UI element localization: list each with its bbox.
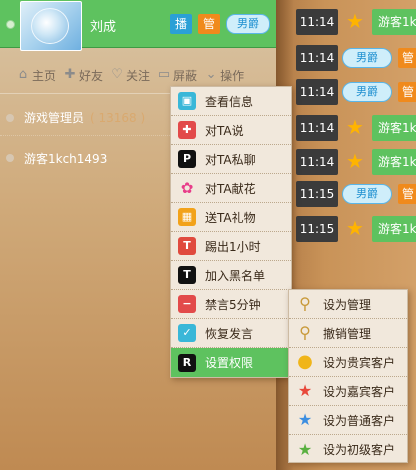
baron-badge: 男爵 — [342, 82, 392, 102]
message-time: 11:14 — [296, 9, 338, 35]
user-name: 刘成 — [90, 20, 117, 35]
admin-badge: 管 — [398, 82, 416, 102]
baron-badge: 男爵 — [342, 48, 392, 68]
menu-item-label: 对TA献花 — [205, 181, 256, 196]
menu-item-label: 查看信息 — [205, 94, 254, 109]
admin-badge: 管 — [398, 48, 416, 68]
star-rank-icon: ★ — [346, 115, 364, 139]
submenu-item-label: 设为普通客户 — [323, 413, 396, 428]
menu-item-send-flower[interactable]: ✿ 对TA献花 — [171, 174, 291, 203]
minus-icon: − — [178, 295, 196, 313]
t-red-icon: T — [178, 237, 196, 255]
follow-label: 关注 — [126, 68, 151, 83]
avatar[interactable] — [20, 1, 82, 51]
heart-icon: ♡ — [111, 67, 123, 82]
menu-item-private-chat[interactable]: P 对TA私聊 — [171, 145, 291, 174]
star-rank-icon: ★ — [346, 9, 364, 33]
submenu-item-guest[interactable]: ★ 设为嘉宾客户 — [289, 377, 407, 406]
message-time: 11:14 — [296, 79, 338, 105]
baron-badge: 男爵 — [342, 184, 392, 204]
broadcaster-badge: 播 — [170, 14, 192, 34]
guest-name-tag[interactable]: 游客1k — [372, 9, 416, 35]
red-star-icon: ★ — [297, 381, 313, 400]
list-item-name: 游戏管理员 — [24, 111, 85, 125]
menu-item-label: 对TA私聊 — [205, 152, 256, 167]
key-add-icon: ⚲ — [299, 294, 311, 313]
p-icon: P — [178, 150, 196, 168]
status-dot — [6, 113, 14, 122]
menu-item-blacklist[interactable]: T 加入黑名单 — [171, 261, 291, 290]
baron-badge: 男爵 — [226, 14, 270, 34]
menu-item-label: 送TA礼物 — [205, 210, 256, 225]
guest-name-tag[interactable]: 游客1k — [372, 115, 416, 141]
status-dot — [6, 154, 14, 162]
operate-icon: ⌄ — [205, 67, 217, 82]
blue-star-icon: ★ — [297, 410, 313, 429]
t-black-icon: T — [178, 266, 196, 284]
message-time: 11:14 — [296, 45, 338, 71]
submenu-item-label: 设为嘉宾客户 — [323, 384, 396, 399]
menu-item-set-permission[interactable]: R 设置权限 — [171, 348, 291, 377]
submenu-item-label: 设为初级客户 — [323, 443, 396, 457]
star-rank-icon: ★ — [346, 216, 364, 240]
check-icon: ✓ — [178, 324, 196, 342]
message-time: 11:14 — [296, 115, 338, 141]
follow-action[interactable]: ♡ 关注 — [110, 67, 150, 84]
gold-coin-icon: ● — [297, 351, 313, 372]
home-icon: ⌂ — [18, 67, 28, 82]
plus-icon: ✚ — [178, 121, 196, 139]
flower-icon: ✿ — [180, 179, 194, 197]
menu-item-say-to[interactable]: ✚ 对TA说 — [171, 116, 291, 145]
menu-item-view-info[interactable]: ▣ 查看信息 — [171, 87, 291, 116]
menu-item-mute-5min[interactable]: − 禁言5分钟 — [171, 290, 291, 319]
gift-icon: ▦ — [178, 208, 196, 226]
menu-item-send-gift[interactable]: ▦ 送TA礼物 — [171, 203, 291, 232]
online-status-dot — [6, 20, 15, 29]
list-item-name: 游客1kch1493 — [24, 151, 108, 166]
block-action[interactable]: ▭ 屏蔽 — [157, 67, 197, 84]
star-rank-icon: ★ — [346, 149, 364, 173]
add-friend-icon: ✚ — [64, 67, 76, 82]
add-friend-label: 好友 — [79, 68, 104, 83]
menu-item-label: 踢出1小时 — [205, 239, 261, 254]
green-star-icon: ★ — [297, 439, 313, 459]
add-friend-action[interactable]: ✚ 好友 — [63, 67, 103, 84]
menu-item-label: 恢复发言 — [205, 326, 254, 341]
list-item-count: ( 13168 ) — [90, 110, 146, 125]
guest-name-tag[interactable]: 游客1k — [372, 216, 416, 242]
r-icon: R — [178, 353, 196, 372]
menu-item-label: 对TA说 — [205, 123, 244, 138]
message-time: 11:15 — [296, 181, 338, 207]
user-context-menu: ▣ 查看信息 ✚ 对TA说 P 对TA私聊 ✿ 对TA献花 ▦ 送TA礼物 T … — [170, 86, 292, 378]
operate-action[interactable]: ⌄ 操作 — [204, 67, 244, 84]
menu-item-label: 加入黑名单 — [205, 268, 266, 283]
admin-badge: 管 — [398, 184, 416, 204]
menu-item-label: 禁言5分钟 — [205, 297, 261, 312]
submenu-item-junior[interactable]: ★ 设为初级客户 — [289, 435, 407, 464]
guest-name-tag[interactable]: 游客1k — [372, 149, 416, 175]
menu-item-unmute[interactable]: ✓ 恢复发言 — [171, 319, 291, 348]
submenu-item-vip[interactable]: ● 设为贵宾客户 — [289, 348, 407, 377]
submenu-item-label: 撤销管理 — [323, 326, 372, 341]
selected-user-header[interactable]: 刘成 播 管 男爵 — [0, 0, 276, 51]
key-remove-icon: ⚲ — [299, 323, 311, 342]
submenu-item-label: 设为管理 — [323, 297, 372, 312]
admin-badge: 管 — [198, 14, 220, 34]
message-time: 11:15 — [296, 216, 338, 242]
menu-item-kick-1h[interactable]: T 踢出1小时 — [171, 232, 291, 261]
block-icon: ▭ — [157, 67, 171, 82]
home-label: 主页 — [32, 68, 57, 83]
menu-item-label: 设置权限 — [205, 356, 254, 370]
permission-submenu: ⚲ 设为管理 ⚲ 撤销管理 ● 设为贵宾客户 ★ 设为嘉宾客户 ★ 设为普通客户… — [288, 289, 408, 463]
submenu-item-set-admin[interactable]: ⚲ 设为管理 — [289, 290, 407, 319]
block-label: 屏蔽 — [173, 68, 198, 83]
shirt-icon: ▣ — [178, 92, 196, 110]
message-time: 11:14 — [296, 149, 338, 175]
submenu-item-revoke-admin[interactable]: ⚲ 撤销管理 — [289, 319, 407, 348]
home-action[interactable]: ⌂ 主页 — [16, 67, 56, 84]
submenu-item-normal[interactable]: ★ 设为普通客户 — [289, 406, 407, 435]
submenu-item-label: 设为贵宾客户 — [323, 355, 396, 370]
operate-label: 操作 — [220, 68, 245, 83]
